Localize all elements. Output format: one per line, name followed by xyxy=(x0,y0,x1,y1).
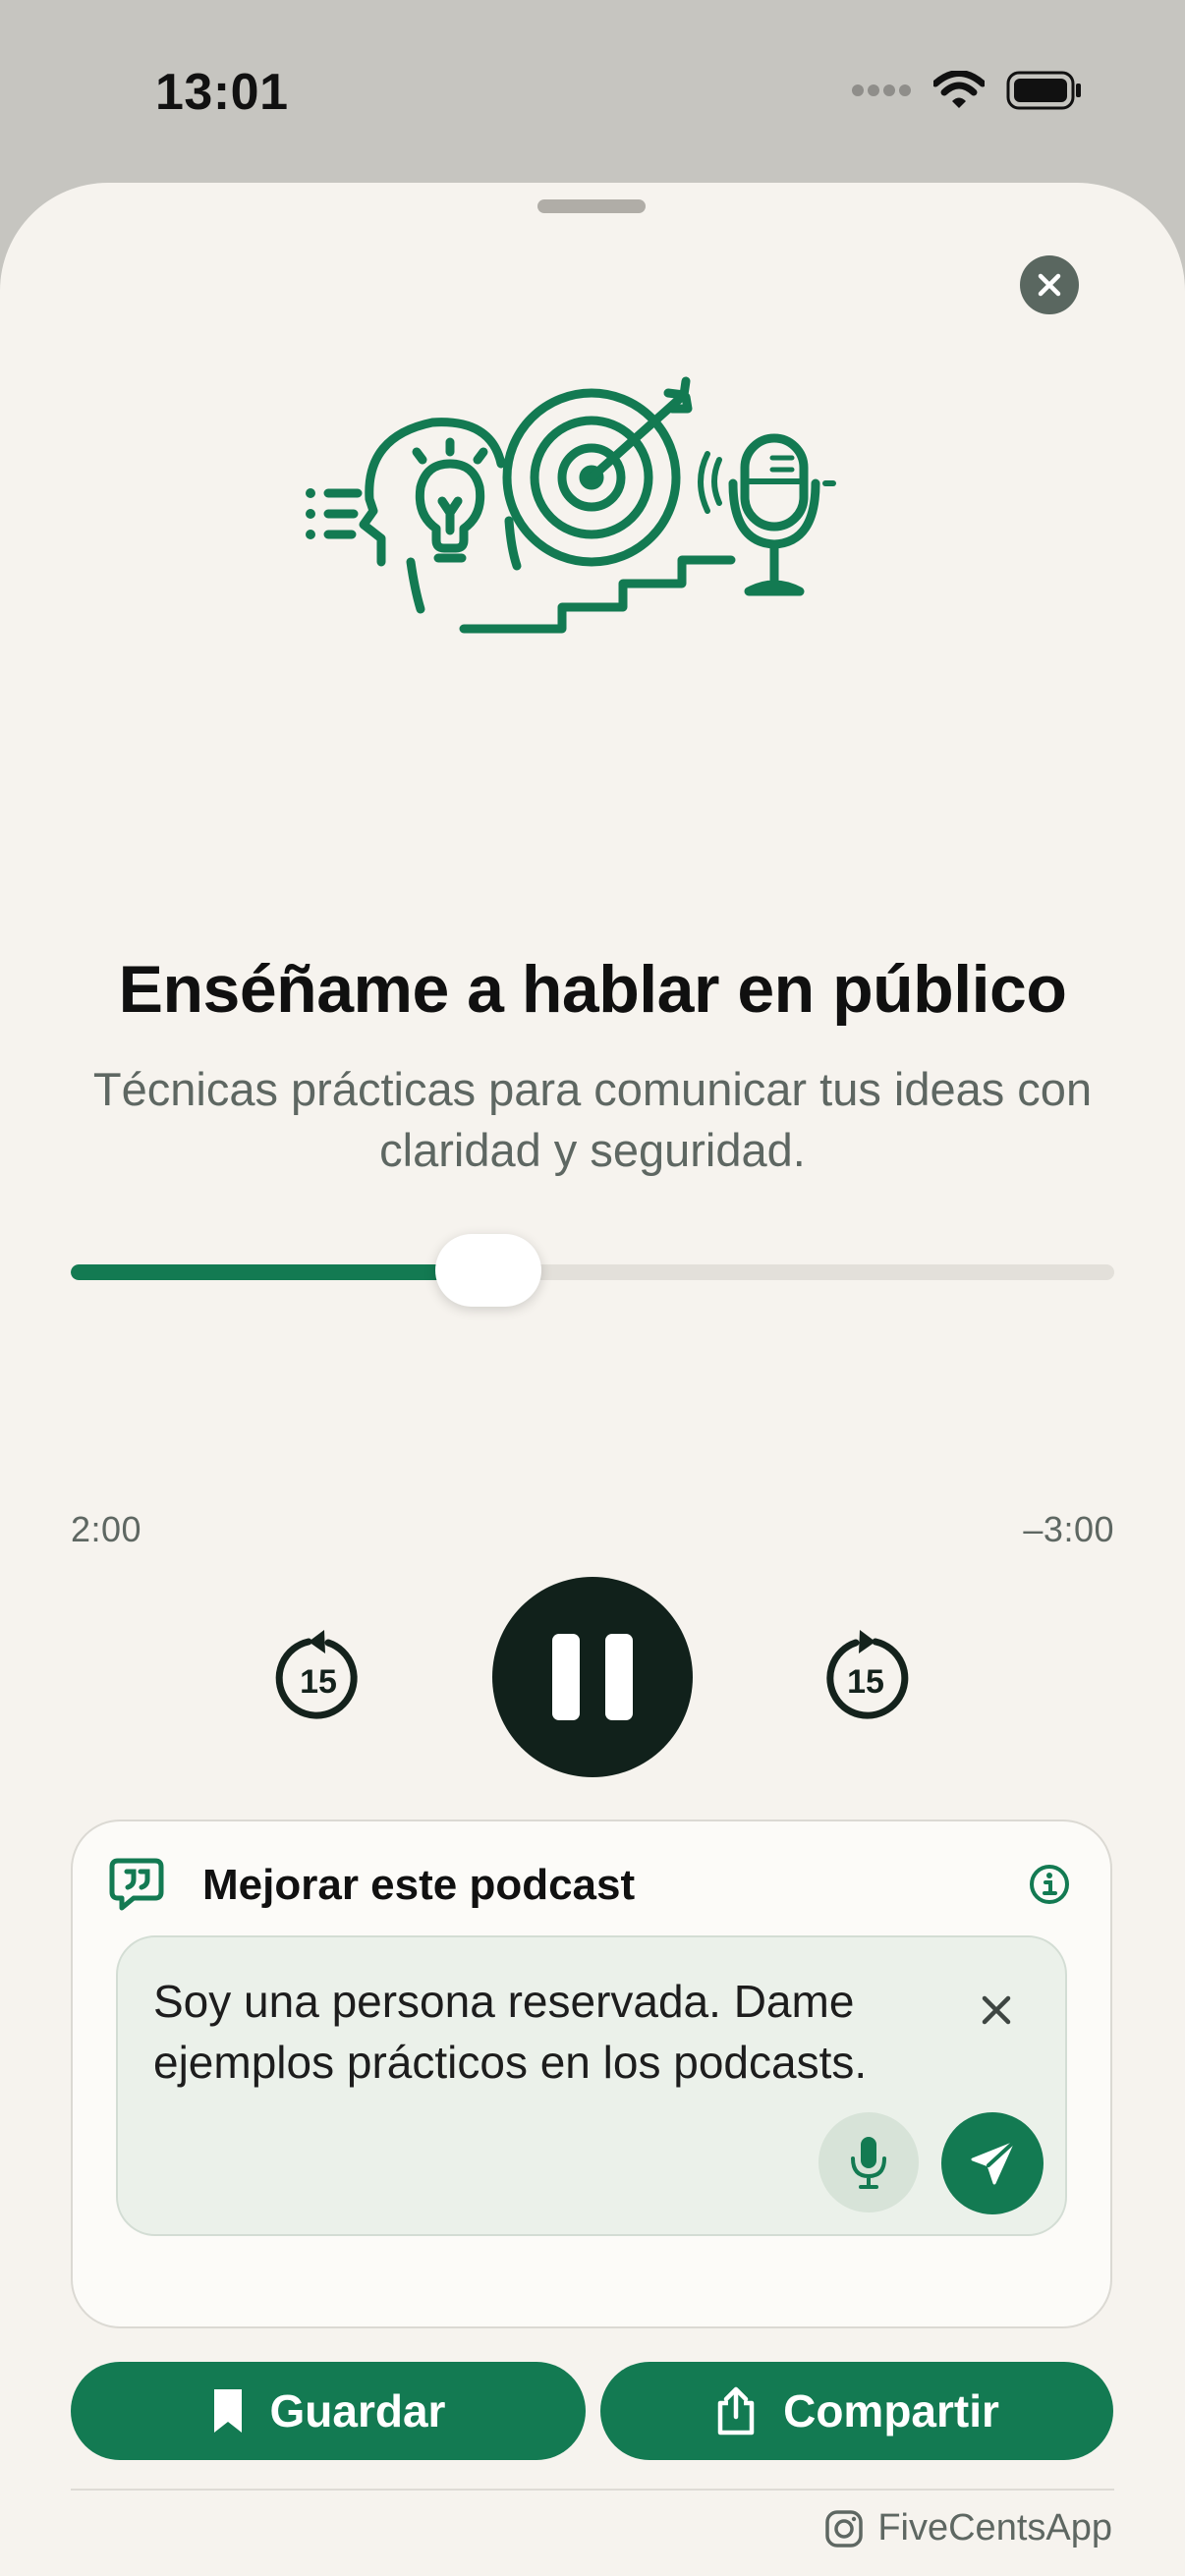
remaining-time: –3:00 xyxy=(1023,1509,1114,1549)
microphone-icon xyxy=(851,2137,886,2189)
public-speaking-illustration xyxy=(306,376,836,634)
wifi-icon xyxy=(933,71,985,108)
skip-back-button[interactable]: 15 xyxy=(271,1628,366,1726)
card-title: Mejorar este podcast xyxy=(202,1861,636,1909)
skip-back-15-icon: 15 xyxy=(275,1630,358,1719)
status-time: 13:01 xyxy=(155,64,289,121)
progress-thumb[interactable] xyxy=(434,1234,541,1307)
instagram-icon xyxy=(825,2509,864,2548)
elapsed-time: 2:00 xyxy=(71,1509,142,1549)
status-bar: 13:01 xyxy=(0,0,1185,187)
pause-icon-bar xyxy=(605,1634,633,1720)
footer-handle: FiveCentsApp xyxy=(877,2507,1112,2548)
share-button[interactable]: Compartir xyxy=(600,2362,1113,2460)
save-button-label: Guardar xyxy=(269,2385,446,2436)
send-icon xyxy=(971,2142,1014,2185)
skip-back-label: 15 xyxy=(300,1663,337,1701)
close-button[interactable] xyxy=(1020,255,1079,314)
close-icon xyxy=(1038,273,1061,297)
skip-forward-label: 15 xyxy=(847,1663,884,1701)
save-button[interactable]: Guardar xyxy=(71,2362,586,2460)
share-icon xyxy=(717,2386,755,2436)
progress-fill xyxy=(71,1264,488,1280)
microphone-button[interactable] xyxy=(818,2112,919,2212)
pause-button[interactable] xyxy=(492,1577,693,1777)
skip-forward-15-icon: 15 xyxy=(826,1630,909,1719)
footer-credit[interactable]: FiveCentsApp xyxy=(824,2507,1112,2549)
bookmark-icon xyxy=(213,2389,242,2433)
skip-forward-button[interactable]: 15 xyxy=(818,1628,913,1726)
progress-track[interactable] xyxy=(71,1264,1114,1280)
episode-subtitle: Técnicas prácticas para comunicar tus id… xyxy=(92,1063,1093,1176)
clear-input-icon[interactable] xyxy=(977,1990,1016,2030)
quote-bubble-icon xyxy=(109,1858,164,1911)
status-icons xyxy=(851,71,1083,110)
info-icon[interactable] xyxy=(1028,1863,1071,1906)
battery-icon xyxy=(1006,71,1081,110)
send-button[interactable] xyxy=(941,2112,1044,2214)
share-button-label: Compartir xyxy=(783,2385,999,2436)
cellular-signal-icon xyxy=(852,84,911,96)
footer-divider xyxy=(71,2489,1114,2491)
episode-title: Enséñame a hablar en público xyxy=(118,952,1067,1027)
feedback-input-text[interactable]: Soy una persona reservada. Dame ejemplos… xyxy=(153,1971,900,2093)
sheet-grabber[interactable] xyxy=(537,199,646,213)
pause-icon xyxy=(552,1634,580,1720)
